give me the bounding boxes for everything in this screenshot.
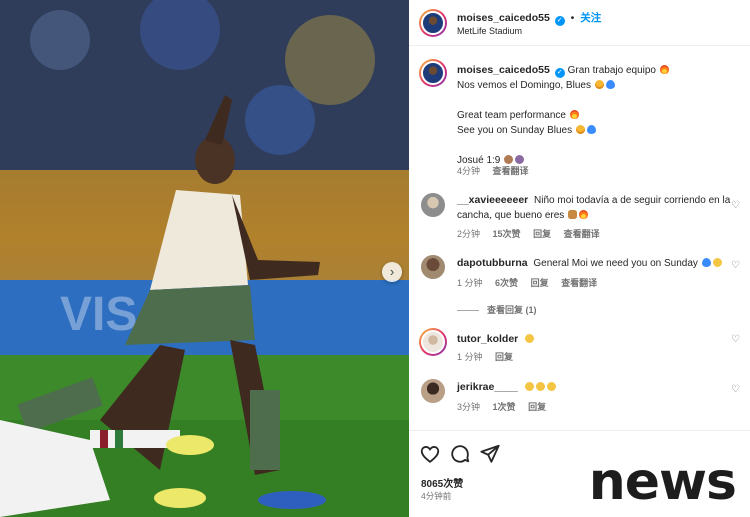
comment-icon[interactable]	[449, 443, 471, 465]
raised-hands-emoji-icon	[525, 334, 535, 343]
comment-3-reply-button[interactable]: 回复	[495, 352, 513, 362]
comment-1-line-1: Niño moi todavía a de seguir corriendo e…	[534, 195, 731, 206]
fire-emoji-icon	[579, 210, 589, 219]
follow-button[interactable]: 关注	[580, 12, 601, 24]
comment-2-time: 1 分钟	[457, 278, 483, 288]
blue-heart-emoji-icon	[701, 258, 711, 267]
commenter-avatar[interactable]	[421, 255, 445, 279]
commenter-avatar[interactable]	[421, 193, 445, 217]
author-avatar[interactable]	[419, 9, 447, 37]
caption-meta: 4分钟 查看翻译	[457, 164, 539, 177]
caption-line-3: Great team performance	[457, 110, 566, 121]
comment-2-likes[interactable]: 6次赞	[495, 278, 518, 288]
comment-1-time: 2分钟	[457, 229, 481, 239]
smile-emoji-icon	[594, 80, 604, 89]
comment-1-reply-button[interactable]: 回复	[533, 229, 551, 239]
comment-like-heart-icon[interactable]: ♡	[731, 334, 740, 345]
blue-heart-emoji-icon	[586, 125, 596, 134]
comment-1-username[interactable]: __xavieeeeeer	[457, 194, 528, 206]
pray-emoji-icon	[515, 155, 525, 164]
comment-3-username[interactable]: tutor_kolder	[457, 333, 518, 345]
comment-2-reply-button[interactable]: 回复	[531, 278, 549, 288]
smile-emoji-icon	[575, 125, 585, 134]
likes-count[interactable]: 8065次赞	[421, 475, 463, 490]
caption-line-4: See you on Sunday Blues	[457, 125, 573, 136]
comment-1-translate-link[interactable]: 查看翻译	[564, 229, 600, 239]
comment-1-text: __xavieeeeeer Niño moi todavía a de segu…	[457, 193, 742, 223]
view-replies-label: 查看回复 (1)	[487, 305, 537, 315]
raised-hands-emoji-icon	[535, 382, 545, 391]
comment-1-meta: 2分钟 15次赞 回复 查看翻译	[457, 227, 610, 240]
comment-2-text: dapotubburna General Moi we need you on …	[457, 256, 742, 271]
comment-2-username[interactable]: dapotubburna	[457, 257, 528, 269]
comment-2-meta: 1 分钟 6次赞 回复 查看翻译	[457, 276, 607, 289]
post-header: moises_caicedo55 ✓ • 关注 MetLife Stadium	[409, 0, 750, 46]
post-location[interactable]: MetLife Stadium	[457, 26, 522, 36]
raised-hands-emoji-icon	[524, 382, 534, 391]
comment-3-meta: 1 分钟 回复	[457, 350, 523, 363]
caption-line-2: Nos vemos el Domingo, Blues	[457, 80, 591, 91]
comment-1-likes[interactable]: 15次赞	[493, 229, 521, 239]
verified-badge-icon: ✓	[554, 68, 565, 78]
photo-illustration: VISA	[0, 0, 409, 517]
replies-divider-line	[457, 310, 479, 312]
comment-3-time: 1 分钟	[457, 352, 483, 362]
caption-line-1: Gran trabajo equipo	[567, 65, 656, 76]
fire-emoji-icon	[569, 110, 579, 119]
post-photo: VISA ›	[0, 0, 409, 517]
commenter-avatar[interactable]	[419, 328, 447, 356]
comment-4-username[interactable]: jerikrae____	[457, 381, 518, 393]
comment-like-heart-icon[interactable]: ♡	[731, 200, 740, 211]
share-icon[interactable]	[479, 443, 501, 465]
comment-2-translate-link[interactable]: 查看翻译	[561, 278, 597, 288]
wave-emoji-icon	[712, 258, 722, 267]
news-watermark: news	[588, 452, 737, 512]
commenter-avatar[interactable]	[421, 379, 445, 403]
goat-emoji-icon	[568, 210, 578, 219]
chevron-right-icon: ›	[389, 264, 395, 279]
comment-3-text: tutor_kolder	[457, 332, 742, 347]
verified-badge-icon: ✓	[554, 16, 565, 26]
comment-4-reply-button[interactable]: 回复	[528, 402, 546, 412]
comment-like-heart-icon[interactable]: ♡	[731, 384, 740, 395]
caption-avatar[interactable]	[419, 59, 447, 87]
comment-1-line-2: cancha, que bueno eres	[457, 210, 565, 221]
comments-section[interactable]: moises_caicedo55 ✓ Gran trabajo equipo No…	[409, 47, 750, 430]
view-replies-button[interactable]: 查看回复 (1)	[457, 303, 537, 316]
caption-text: moises_caicedo55 ✓ Gran trabajo equipo No…	[457, 63, 742, 168]
heart-icon[interactable]	[419, 443, 441, 465]
caption-time: 4分钟	[457, 166, 481, 176]
separator-dot: •	[570, 12, 575, 24]
posted-time: 4分钟前	[421, 491, 452, 501]
comment-like-heart-icon[interactable]: ♡	[731, 260, 740, 271]
fire-emoji-icon	[659, 65, 669, 74]
author-username[interactable]: moises_caicedo55	[457, 12, 550, 24]
comment-4-meta: 3分钟 1次赞 回复	[457, 400, 556, 413]
comment-4-time: 3分钟	[457, 402, 481, 412]
comment-4-likes[interactable]: 1次赞	[493, 402, 516, 412]
raised-hands-emoji-icon	[546, 382, 556, 391]
post-sidebar: moises_caicedo55 ✓ • 关注 MetLife Stadium …	[409, 0, 750, 517]
next-photo-button[interactable]: ›	[382, 262, 402, 282]
muscle-emoji-icon	[504, 155, 514, 164]
caption-username[interactable]: moises_caicedo55	[457, 64, 550, 76]
blue-heart-emoji-icon	[605, 80, 615, 89]
comment-2-line-1: General Moi we need you on Sunday	[533, 258, 698, 269]
comment-4-text: jerikrae____	[457, 380, 742, 395]
caption-translate-link[interactable]: 查看翻译	[493, 166, 529, 176]
